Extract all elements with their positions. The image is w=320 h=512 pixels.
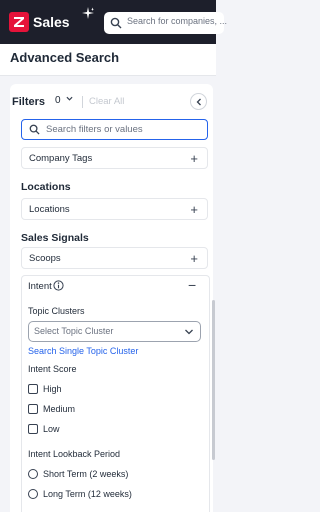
clear-all-button[interactable]: Clear All xyxy=(89,96,124,107)
search-icon xyxy=(29,124,40,135)
search-filters-placeholder: Search filters or values xyxy=(46,124,143,135)
company-tags-label: Company Tags xyxy=(29,153,93,164)
plus-icon: + xyxy=(190,151,198,166)
company-tags-filter[interactable]: Company Tags + xyxy=(21,147,208,169)
section-sales-signals-heading: Sales Signals xyxy=(21,232,89,244)
chevron-down-icon xyxy=(66,96,73,101)
short-term-label: Short Term (2 weeks) xyxy=(43,469,129,479)
locations-label: Locations xyxy=(29,204,70,215)
search-icon xyxy=(110,17,122,29)
search-filters-input[interactable]: Search filters or values xyxy=(21,119,208,140)
topic-cluster-select[interactable]: Select Topic Cluster xyxy=(28,321,201,342)
medium-checkbox[interactable] xyxy=(28,404,38,414)
filters-count-dropdown[interactable]: 0 xyxy=(55,95,73,106)
low-checkbox[interactable] xyxy=(28,424,38,434)
intent-score-label: Intent Score xyxy=(28,364,77,374)
chevron-left-icon xyxy=(196,98,201,105)
high-label: High xyxy=(43,384,62,394)
page-header: Advanced Search xyxy=(0,44,216,76)
filters-count: 0 xyxy=(55,95,61,106)
high-checkbox[interactable] xyxy=(28,384,38,394)
section-locations-heading: Locations xyxy=(21,181,71,193)
intent-label[interactable]: Intent xyxy=(28,281,52,292)
scrollbar-thumb[interactable] xyxy=(212,300,215,460)
topic-clusters-label: Topic Clusters xyxy=(28,306,85,316)
global-search-input[interactable]: Search for companies, ... xyxy=(104,12,228,34)
info-icon[interactable] xyxy=(53,280,64,291)
sparkle-icon xyxy=(82,7,94,19)
z-logo-icon xyxy=(14,17,24,27)
long-term-label: Long Term (12 weeks) xyxy=(43,489,132,499)
low-label: Low xyxy=(43,424,60,434)
topic-cluster-placeholder: Select Topic Cluster xyxy=(34,326,114,336)
search-single-topic-cluster-link[interactable]: Search Single Topic Cluster xyxy=(28,346,138,356)
medium-label: Medium xyxy=(43,404,76,414)
scoops-label: Scoops xyxy=(29,253,61,264)
divider xyxy=(82,96,83,108)
collapse-intent-button[interactable]: − xyxy=(188,277,196,293)
scoops-filter[interactable]: Scoops + xyxy=(21,247,208,269)
plus-icon: + xyxy=(190,202,198,217)
intent-lookback-period-label: Intent Lookback Period xyxy=(28,449,121,459)
short-term-radio[interactable] xyxy=(28,469,38,479)
collapse-panel-button[interactable] xyxy=(190,93,207,110)
app-name[interactable]: Sales xyxy=(33,12,70,32)
chevron-down-icon xyxy=(185,329,193,335)
page-title: Advanced Search xyxy=(10,50,120,65)
global-search-placeholder: Search for companies, ... xyxy=(127,16,228,26)
plus-icon: + xyxy=(190,251,198,266)
locations-filter[interactable]: Locations + xyxy=(21,198,208,220)
long-term-radio[interactable] xyxy=(28,489,38,499)
filters-heading: Filters xyxy=(12,96,46,108)
zoominfo-logo[interactable] xyxy=(9,12,29,32)
